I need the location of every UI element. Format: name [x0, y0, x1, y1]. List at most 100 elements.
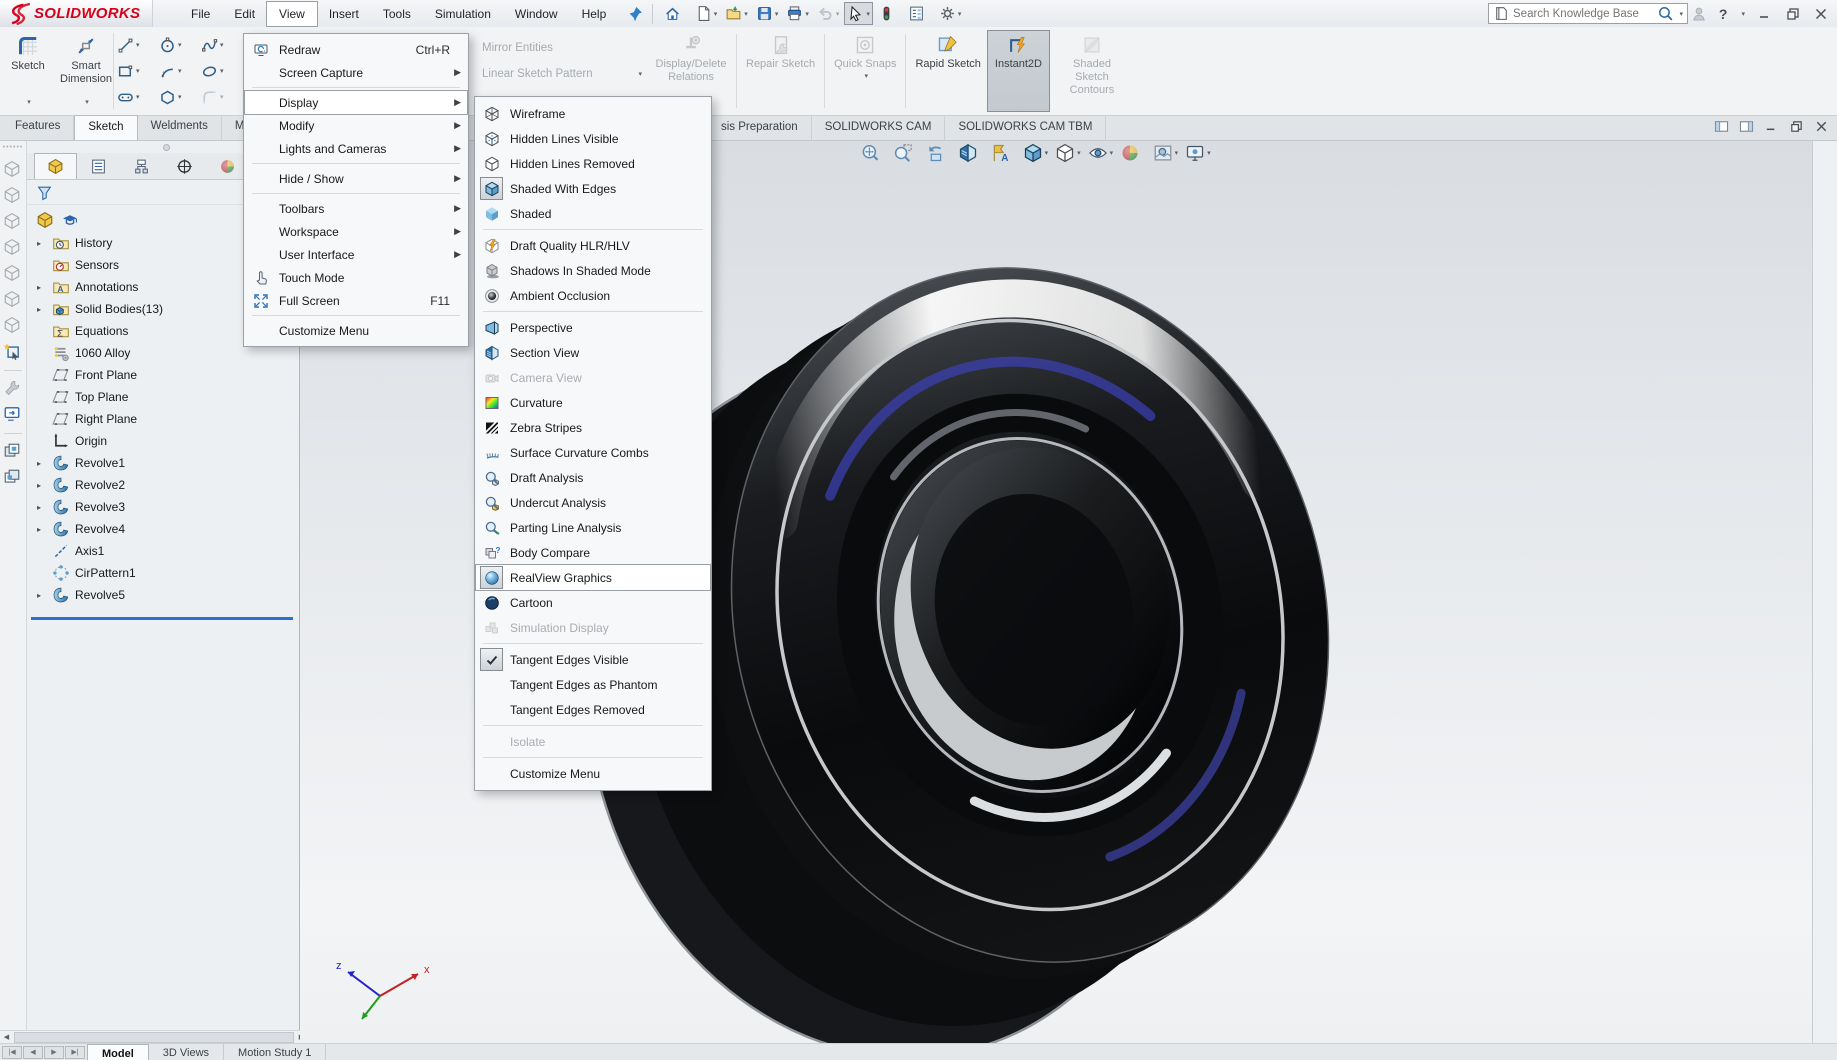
- display-menu-item-curvature[interactable]: Curvature: [476, 390, 710, 415]
- toolbar-button-monitor-arrow[interactable]: [3, 405, 23, 425]
- manager-tab-part-yellow[interactable]: [34, 153, 77, 179]
- tab-features[interactable]: Features: [2, 115, 74, 140]
- task-pane-tab-tp-library[interactable]: [1816, 178, 1834, 196]
- search-icon[interactable]: [1657, 5, 1674, 22]
- search-caret-icon[interactable]: ▾: [1679, 10, 1683, 18]
- sketch-tool-tool-slot[interactable]: ▾: [114, 84, 156, 110]
- help-button[interactable]: ?: [1719, 6, 1728, 22]
- view-menu-item-hide-show[interactable]: Hide / Show ▶: [245, 167, 467, 190]
- expand-arrow-icon[interactable]: ▸: [37, 591, 52, 600]
- sketch-tool-tool-arc[interactable]: ▾: [156, 58, 198, 84]
- tab-weldments[interactable]: Weldments: [138, 115, 222, 140]
- rollback-bar[interactable]: [31, 617, 293, 620]
- tree-item-axis1[interactable]: ▸ Axis1: [27, 540, 299, 562]
- ribbon-button-repair-sketch[interactable]: Repair Sketch ▾: [739, 31, 822, 111]
- tab-solidworks-cam-tbm[interactable]: SOLIDWORKS CAM TBM: [945, 116, 1106, 141]
- expand-arrow-icon[interactable]: ▸: [37, 305, 52, 314]
- scrollbar-thumb[interactable]: [14, 1032, 294, 1043]
- tree-item-revolve1[interactable]: ▸ Revolve1: [27, 452, 299, 474]
- view-menu-item-user-interface[interactable]: User Interface ▶: [245, 243, 467, 266]
- toolbar-button-cube-gray[interactable]: [3, 264, 23, 284]
- display-menu-item-wireframe[interactable]: Wireframe: [476, 101, 710, 126]
- headsup-button-zoom-fit[interactable]: ▾: [860, 143, 886, 163]
- view-menu-item-customize-menu[interactable]: Customize Menu ▶: [245, 319, 467, 342]
- display-menu-item-surface-curvature-combs[interactable]: Surface Curvature Combs: [476, 440, 710, 465]
- headsup-button-edit-appearance[interactable]: ▾: [1120, 143, 1146, 163]
- display-menu-item-hidden-lines-visible[interactable]: Hidden Lines Visible: [476, 126, 710, 151]
- display-menu-item-perspective[interactable]: Perspective: [476, 315, 710, 340]
- document-tab-motion-study-1[interactable]: Motion Study 1: [224, 1044, 326, 1060]
- display-menu-item-draft-analysis[interactable]: Draft Analysis: [476, 465, 710, 490]
- tab-nav-button[interactable]: ◀: [23, 1046, 43, 1059]
- view-menu-item-touch-mode[interactable]: Touch Mode ▶: [245, 266, 467, 289]
- toolbar-button-cube-gray[interactable]: [3, 238, 23, 258]
- tab-nav-button[interactable]: ▶|: [65, 1046, 85, 1059]
- headsup-button-zoom-area[interactable]: ▾: [893, 143, 919, 163]
- tree-item-revolve2[interactable]: ▸ Revolve2: [27, 474, 299, 496]
- display-menu-item-body-compare[interactable]: ? Body Compare: [476, 540, 710, 565]
- toolbar-button-cube-gray[interactable]: [3, 290, 23, 310]
- toolbar-button-layers[interactable]: [3, 442, 23, 462]
- display-menu-item-shadows-in-shaded-mode[interactable]: Shadows In Shaded Mode: [476, 258, 710, 283]
- qat-button-select-arrow[interactable]: ▾: [844, 2, 873, 25]
- headsup-button-display-style[interactable]: ▾: [1055, 143, 1081, 163]
- menu-insert[interactable]: Insert: [317, 2, 371, 26]
- headsup-button-prev-view[interactable]: ▾: [925, 143, 951, 163]
- qat-button-gear[interactable]: ▾: [936, 2, 965, 25]
- display-menu-item-draft-quality-hlr-hlv[interactable]: Draft Quality HLR/HLV: [476, 233, 710, 258]
- view-menu-item-lights-and-cameras[interactable]: Lights and Cameras ▶: [245, 137, 467, 160]
- sketch-tool-tool-circle[interactable]: ▾: [156, 32, 198, 58]
- headsup-button-hide-show[interactable]: ▾: [1088, 143, 1114, 163]
- display-menu-item-zebra-stripes[interactable]: Zebra Stripes: [476, 415, 710, 440]
- toolbar-button-cube-gray[interactable]: [3, 186, 23, 206]
- login-icon[interactable]: [1691, 6, 1707, 22]
- qat-button-traffic[interactable]: ▾: [875, 2, 904, 25]
- qat-button-new-doc[interactable]: ▾: [692, 2, 721, 25]
- display-menu-item-cartoon[interactable]: Cartoon: [476, 590, 710, 615]
- view-menu-item-display[interactable]: Display ▶: [245, 91, 467, 114]
- tab-nav-button[interactable]: ▶: [44, 1046, 64, 1059]
- ribbon-button-linear-sketch-pattern[interactable]: Linear Sketch Pattern▾: [482, 61, 642, 87]
- ribbon-button-mirror-entities[interactable]: Mirror Entities▾: [482, 35, 642, 61]
- display-menu-item-customize-menu[interactable]: Customize Menu: [476, 761, 710, 786]
- minimize-button[interactable]: [1757, 6, 1773, 22]
- menu-file[interactable]: File: [179, 2, 222, 26]
- toolbar-button-cube-gray[interactable]: [3, 212, 23, 232]
- panel-collapse-handle[interactable]: [163, 144, 170, 151]
- ribbon-button-instant2d[interactable]: Instant2D ▾: [988, 31, 1049, 111]
- view-menu-item-modify[interactable]: Modify ▶: [245, 114, 467, 137]
- ribbon-button-quick-snaps[interactable]: Quick Snaps ▾: [827, 31, 903, 111]
- tree-item-front-plane[interactable]: ▸ Front Plane: [27, 364, 299, 386]
- scroll-left-icon[interactable]: ◀: [0, 1031, 13, 1043]
- view-menu-item-redraw[interactable]: Redraw Ctrl+R ▶: [245, 38, 467, 61]
- task-pane-tab-tp-appearance[interactable]: [1816, 262, 1834, 280]
- pin-icon[interactable]: [626, 5, 644, 23]
- doc-restore-button[interactable]: [1789, 119, 1804, 134]
- headsup-button-section-view-h[interactable]: ▾: [958, 143, 984, 163]
- tree-item-revolve5[interactable]: ▸ Revolve5: [27, 584, 299, 606]
- menu-window[interactable]: Window: [503, 2, 570, 26]
- sketch-tool-tool-polygon[interactable]: ▾: [156, 84, 198, 110]
- toolbar-button-sketch-star[interactable]: [3, 342, 23, 362]
- help-caret-icon[interactable]: ▾: [1741, 10, 1745, 18]
- tree-item-cirpattern1[interactable]: ▸ CirPattern1: [27, 562, 299, 584]
- tab-solidworks-cam[interactable]: SOLIDWORKS CAM: [812, 116, 946, 141]
- headsup-button-annot-view[interactable]: A ▾: [990, 143, 1016, 163]
- display-menu-item-parting-line-analysis[interactable]: Parting Line Analysis: [476, 515, 710, 540]
- close-button[interactable]: [1813, 6, 1829, 22]
- pane-right-icon[interactable]: [1739, 119, 1754, 134]
- menu-edit[interactable]: Edit: [222, 2, 267, 26]
- task-pane-tab-tp-explorer[interactable]: [1816, 206, 1834, 224]
- tab-sketch[interactable]: Sketch: [74, 115, 137, 140]
- display-menu-item-ambient-occlusion[interactable]: Ambient Occlusion: [476, 283, 710, 308]
- display-menu-item-tangent-edges-as-phantom[interactable]: Tangent Edges as Phantom: [476, 672, 710, 697]
- display-menu-item-isolate[interactable]: Isolate: [476, 729, 710, 754]
- toolbar-button-cube-gray[interactable]: [3, 316, 23, 336]
- expand-arrow-icon[interactable]: ▸: [37, 525, 52, 534]
- sketch-tool-tool-fillet[interactable]: ▾: [198, 84, 240, 110]
- doc-close-button[interactable]: [1814, 119, 1829, 134]
- qat-button-props-list[interactable]: ▾: [905, 2, 934, 25]
- display-menu-item-tangent-edges-removed[interactable]: Tangent Edges Removed: [476, 697, 710, 722]
- toolbar-button-cube-gray[interactable]: [3, 160, 23, 180]
- expand-arrow-icon[interactable]: ▸: [37, 283, 52, 292]
